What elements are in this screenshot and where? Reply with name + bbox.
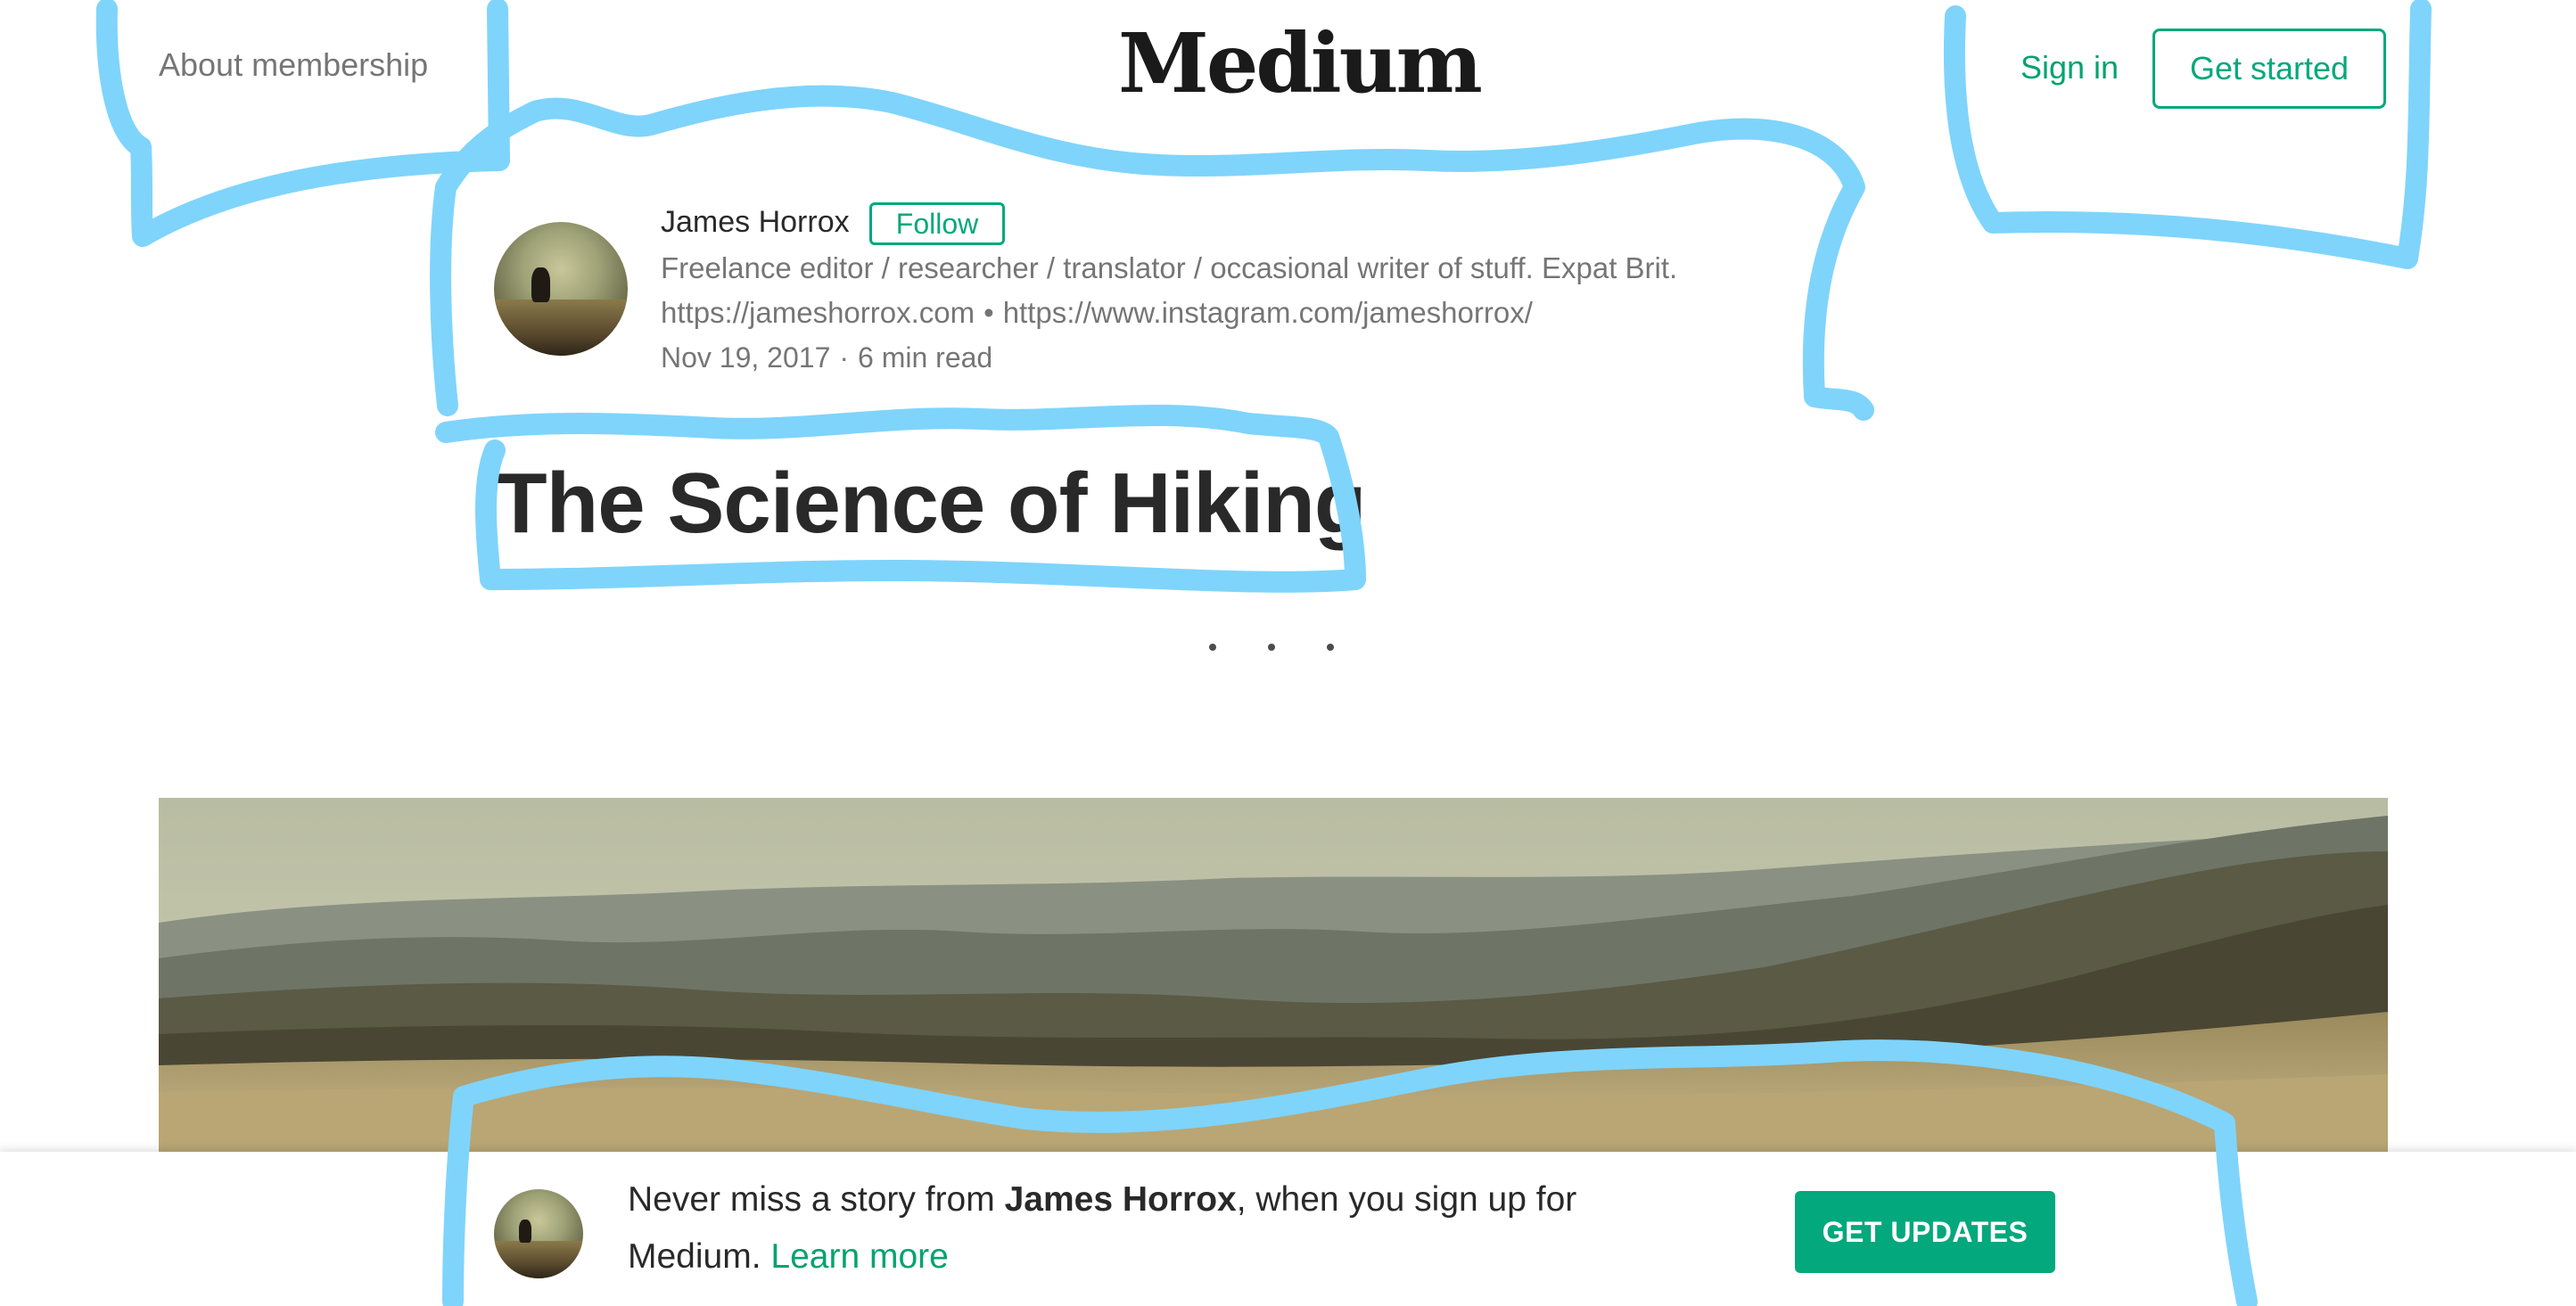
separator-dot [1209,644,1216,651]
read-time: 6 min read [858,341,993,374]
medium-article-page: About membership Medium Sign in Get star… [0,0,2576,1306]
author-links: https://jameshorrox.com • https://www.inst… [661,296,1533,330]
author-instagram-link[interactable]: https://www.instagram.com/jameshorrox/ [1003,296,1533,329]
avatar-ground [494,1241,583,1278]
avatar-figure [531,267,550,302]
hero-image [159,798,2388,1154]
banner-author-avatar [494,1189,583,1278]
banner-author-name: James Horrox [1004,1180,1237,1219]
separator-dot [1268,644,1275,651]
meta-separator: · [839,341,850,374]
author-avatar[interactable] [494,222,628,356]
link-separator: • [983,296,994,329]
author-bio: Freelance editor / researcher / translat… [661,251,1678,284]
banner-message: Never miss a story from James Horrox, wh… [628,1171,1680,1285]
follow-button[interactable]: Follow [869,202,1005,245]
author-name-link[interactable]: James Horrox [661,205,850,240]
signup-banner: Never miss a story from James Horrox, wh… [0,1152,2576,1306]
medium-logo[interactable]: Medium [1118,14,1483,112]
section-separator [1209,644,1334,651]
landscape-illustration [159,798,2388,1154]
get-updates-button[interactable]: GET UPDATES [1795,1191,2055,1273]
separator-dot [1327,644,1334,651]
article-title: The Science of Hiking [495,456,1367,551]
learn-more-link[interactable]: Learn more [770,1237,948,1276]
about-membership-link[interactable]: About membership [159,46,428,84]
avatar-ground [494,300,628,356]
get-started-button[interactable]: Get started [2152,29,2386,109]
avatar-figure [519,1220,531,1243]
annotation-stroke-about [95,0,510,247]
sign-in-link[interactable]: Sign in [2020,49,2119,86]
post-date: Nov 19, 2017 [661,341,831,374]
author-website-link[interactable]: https://jameshorrox.com [661,296,975,329]
post-meta: Nov 19, 2017 · 6 min read [661,341,992,374]
banner-prefix: Never miss a story from [628,1180,1005,1219]
